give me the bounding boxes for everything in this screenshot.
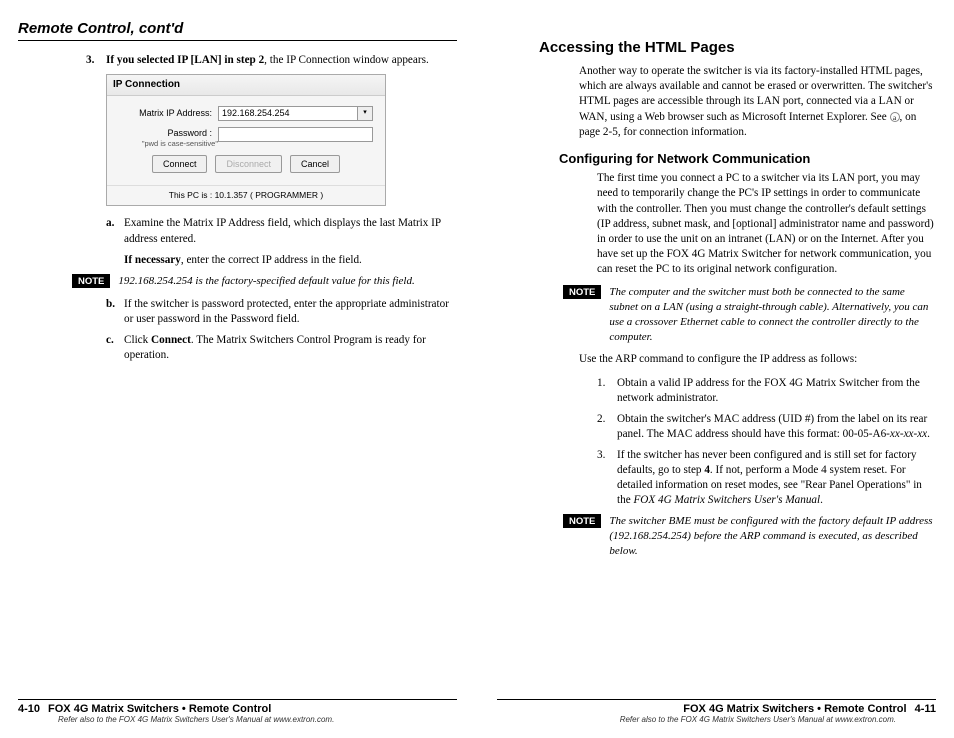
heading-accessing: Accessing the HTML Pages [497, 38, 936, 58]
substep-c: c. Click Connect. The Matrix Switchers C… [18, 333, 457, 363]
rstep-1: 1. Obtain a valid IP address for the FOX… [497, 376, 936, 406]
connect-button: Connect [152, 155, 208, 173]
substep-a: a. Examine the Matrix IP Address field, … [18, 216, 457, 246]
ip-input: 192.168.254.254 [218, 106, 358, 121]
rstep-2: 2. Obtain the switcher's MAC address (UI… [497, 412, 936, 442]
heading-configuring: Configuring for Network Communication [497, 150, 936, 168]
note-left-1: NOTE 192.168.254.254 is the factory-spec… [18, 274, 457, 289]
ip-label: Matrix IP Address: [139, 107, 218, 119]
footer-right: FOX 4G Matrix Switchers • Remote Control… [497, 699, 936, 724]
cancel-button: Cancel [290, 155, 340, 173]
circle-ref-icon: a [890, 112, 900, 122]
pw-input [218, 127, 373, 142]
intro-para: Another way to operate the switcher is v… [497, 64, 936, 140]
dropdown-icon: ▾ [358, 106, 373, 121]
note-right-1: NOTE The computer and the switcher must … [497, 285, 936, 344]
step-3: 3. If you selected IP [LAN] in step 2, t… [18, 53, 457, 68]
pw-label: Password : [142, 127, 218, 139]
substep-b: b. If the switcher is password protected… [18, 297, 457, 327]
page-num-left: 4-10 [18, 703, 40, 715]
footer-left: 4-10 FOX 4G Matrix Switchers • Remote Co… [18, 699, 457, 724]
substep-a-cont: If necessary, enter the correct IP addre… [18, 253, 457, 268]
note-right-2: NOTE The switcher BME must be configured… [497, 514, 936, 559]
page-header-left: Remote Control, cont'd [18, 20, 457, 41]
ip-connection-screenshot: IP Connection Matrix IP Address: 192.168… [18, 74, 457, 206]
page-num-right: 4-11 [915, 703, 936, 715]
disconnect-button: Disconnect [215, 155, 282, 173]
dialog-title: IP Connection [107, 75, 385, 96]
arp-para: Use the ARP command to configure the IP … [497, 352, 936, 367]
rstep-3: 3. If the switcher has never been config… [497, 448, 936, 508]
config-para: The first time you connect a PC to a swi… [497, 171, 936, 277]
pw-hint: "pwd is case-sensitive" [142, 139, 218, 149]
dialog-footer: This PC is : 10.1.357 ( PROGRAMMER ) [107, 185, 385, 205]
